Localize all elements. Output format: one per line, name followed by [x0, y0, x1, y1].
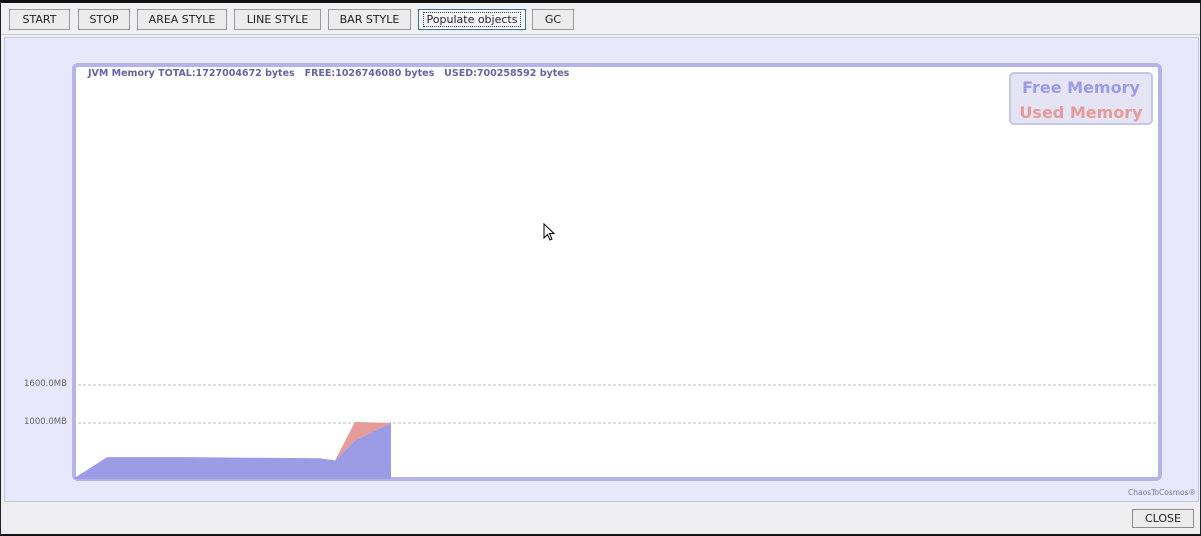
close-button[interactable]: CLOSE [1132, 509, 1194, 528]
populate-objects-label: Populate objects [422, 12, 522, 27]
app-window: START STOP AREA STYLE LINE STYLE BAR STY… [0, 0, 1201, 536]
credit-text: ChaosToCosmos® [1127, 488, 1196, 497]
gc-button[interactable]: GC [532, 9, 574, 30]
populate-objects-button[interactable]: Populate objects [418, 9, 526, 30]
line-style-button[interactable]: LINE STYLE [234, 9, 321, 30]
footer-bar: CLOSE [1, 502, 1200, 534]
mouse-cursor-icon [543, 223, 556, 241]
bar-style-button[interactable]: BAR STYLE [328, 9, 411, 30]
memory-monitor-panel: JVM Memory TOTAL:1727004672 bytes FREE:1… [4, 37, 1199, 502]
toolbar: START STOP AREA STYLE LINE STYLE BAR STY… [1, 3, 1200, 35]
stop-button[interactable]: STOP [78, 9, 130, 30]
memory-chart [73, 384, 1160, 479]
area-style-button[interactable]: AREA STYLE [137, 9, 227, 30]
start-button[interactable]: START [9, 9, 70, 30]
